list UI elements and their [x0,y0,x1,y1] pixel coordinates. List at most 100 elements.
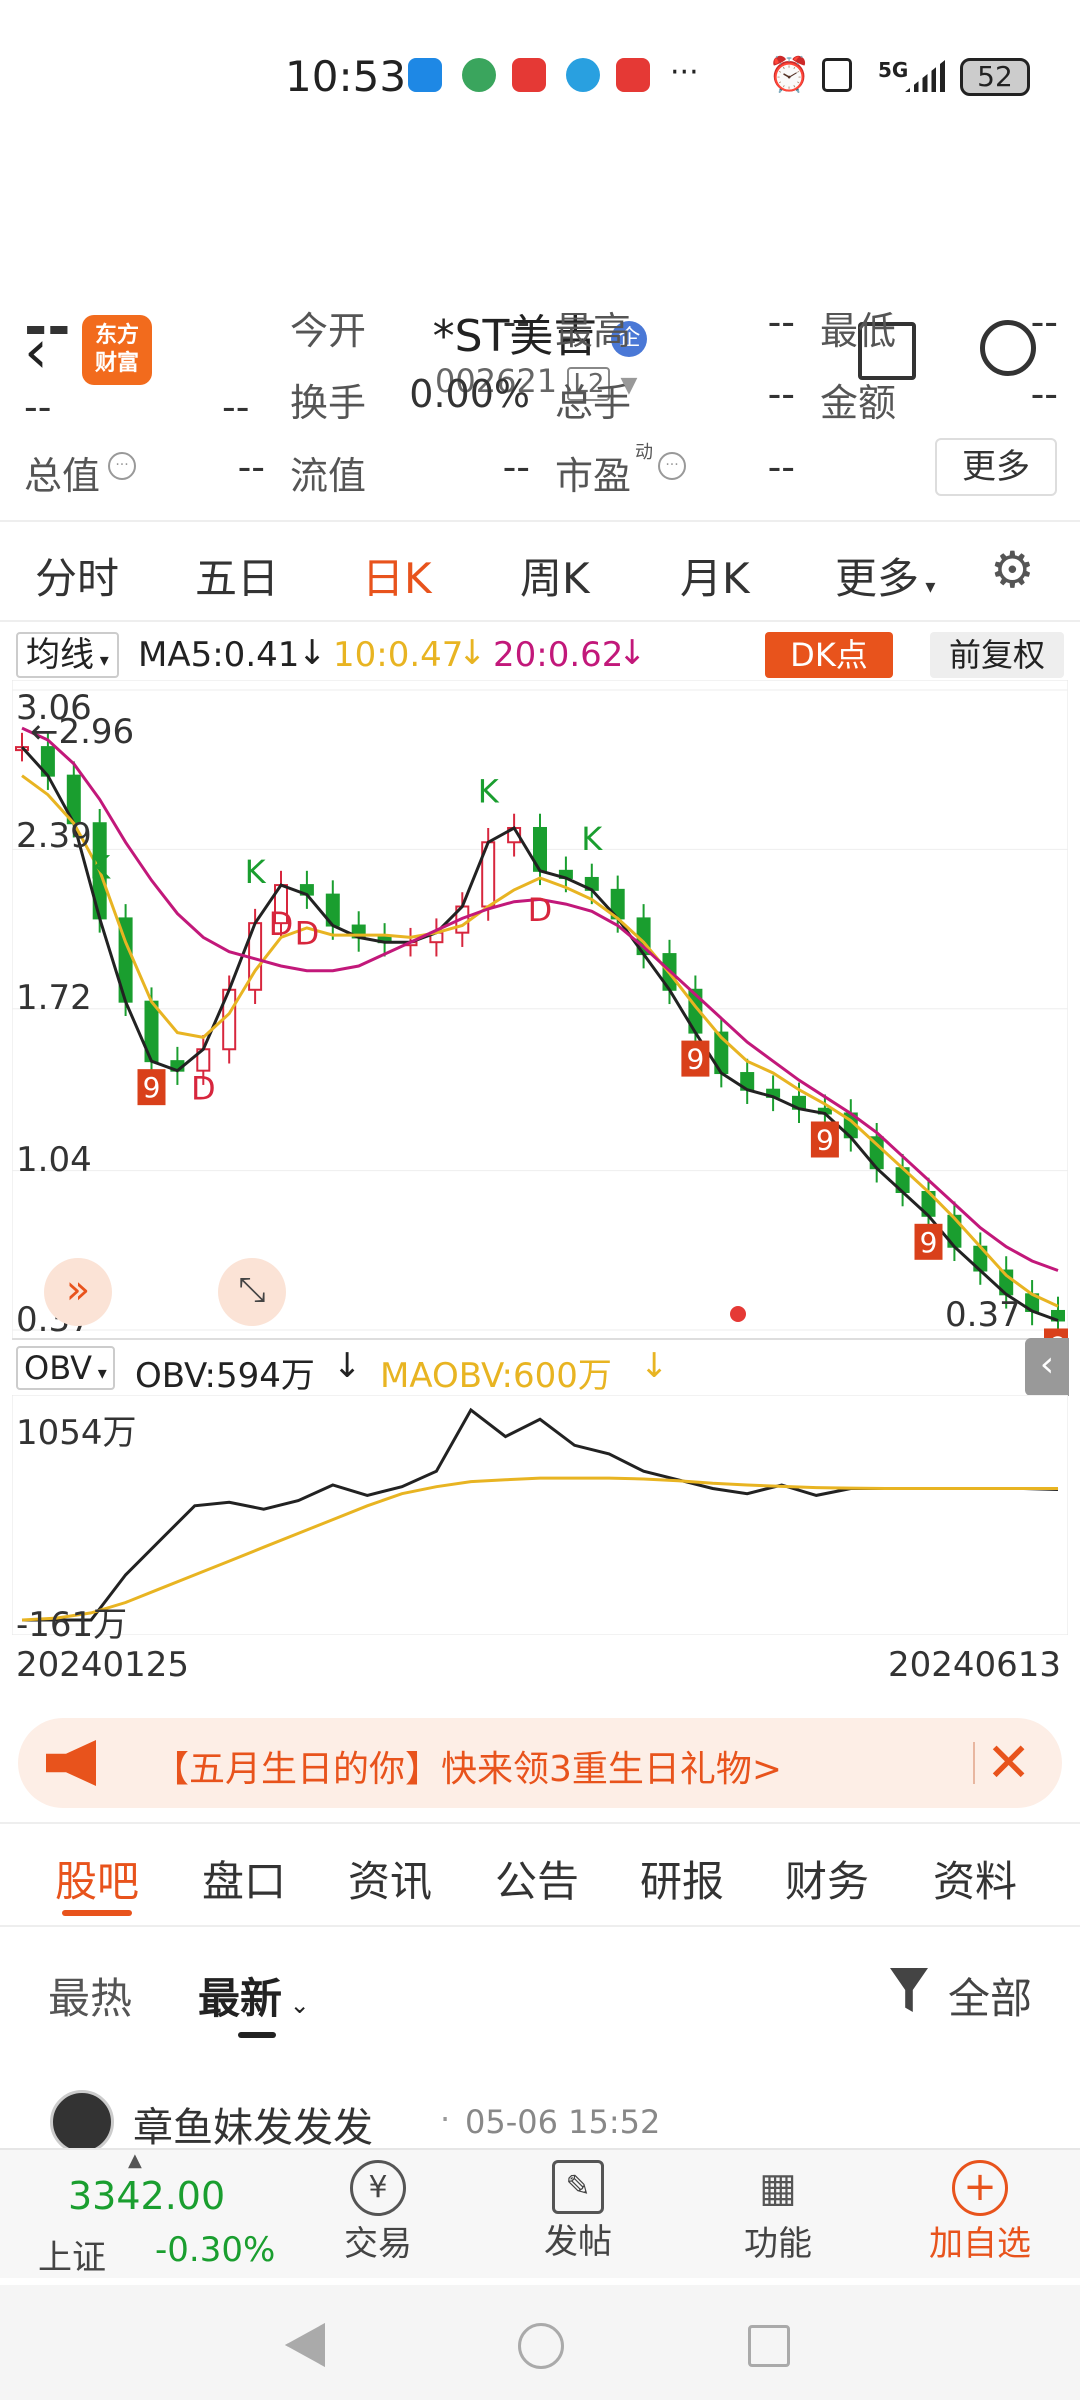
nav-home-icon[interactable] [518,2323,564,2369]
signal-icon [905,60,945,92]
turnover-label: 换手 [290,381,367,425]
adjust-button[interactable]: 前复权 [930,632,1064,678]
obv-chart[interactable] [12,1395,1068,1635]
app-notification-icon [408,58,442,92]
tab-more-label: 更多 [835,554,920,603]
chart-frame [12,680,1068,1340]
maobv-value-label: MAOBV:600万 [380,1356,612,1396]
post-author[interactable]: 章鱼妹发发发 [133,2095,373,2153]
obv-select[interactable]: OBV ▾ [16,1346,115,1390]
obv-y-bottom-label: -161万 [16,1605,128,1645]
current-price: -- [24,295,71,360]
stock-name: *ST美吉 企 [0,300,1080,364]
signal-K: K [478,772,500,810]
sort-new[interactable]: 最新 ⌄ [198,1965,310,2026]
info-icon[interactable]: ··· [108,452,136,480]
expand-sidebar-icon[interactable]: » [44,1258,112,1326]
sort-hot[interactable]: 最热 [48,1965,132,2026]
stock-header: ‹ 东方 财富 *ST美吉 企 002621 L2 ▼ [0,150,1080,401]
y-tick-label: 1.04 [16,1140,92,1180]
grid-icon: ▦ [759,2165,797,2211]
app-notification-icon [566,58,600,92]
index-change: -0.30% [155,2230,276,2270]
tab-monthly-k[interactable]: 月K [680,545,750,606]
caret-down-icon: ▾ [919,574,936,598]
signal-D: D [528,891,553,929]
filter-label[interactable]: 全部 [948,1965,1032,2026]
obv-frame [12,1395,1068,1635]
open-label: 今开 [290,309,367,353]
dk-button[interactable]: DK点 [765,632,893,678]
divider [0,620,1080,622]
tab-news[interactable]: 资讯 [348,1848,432,1909]
pe-value: -- [767,445,795,489]
nav-back-icon[interactable] [285,2323,325,2367]
ma-select[interactable]: 均线 ▾ [16,632,119,678]
float-cap-label: 流值 [290,454,367,498]
tab-forum[interactable]: 股吧 [55,1848,139,1909]
battery-icon: 52 [960,58,1030,96]
add-watchlist-label: 加自选 [929,2224,1031,2264]
high-marker-label: ←2.96 [30,712,135,752]
tab-order-book[interactable]: 盘口 [202,1848,286,1909]
tab-weekly-k[interactable]: 周K [520,545,590,606]
ma5-label: MA5:0.41 [138,635,300,675]
divider [0,520,1080,522]
status-bar: 10:53 ··· ⏰ 5G 52 [0,0,1080,150]
more-button[interactable]: 更多 [935,438,1057,496]
nine-signal-text: 9 [816,1123,834,1156]
tab-more[interactable]: 更多 ▾ [835,545,935,606]
promo-banner[interactable]: 【五月生日的你】快来领3重生日礼物> ✕ [18,1718,1062,1808]
collapse-panel-icon[interactable]: ‹ [1025,1338,1069,1396]
functions-button[interactable]: ▦ 功能 [718,2160,838,2265]
arrow-down-icon: ↓ [298,633,327,673]
index-value[interactable]: 3342.00 [68,2174,225,2218]
system-nav-bar [0,2285,1080,2400]
post-button[interactable]: ✎ 发帖 [518,2160,638,2263]
y-tick-label: 1.72 [16,978,92,1018]
battery-level: 52 [977,60,1013,93]
chevron-down-icon: ⌄ [282,1991,310,2019]
fullscreen-icon[interactable]: ⤡ [218,1258,286,1326]
arrow-down-icon: ↓ [640,1346,669,1386]
tab-daily-k[interactable]: 日K [362,545,432,606]
sort-new-label: 最新 [198,1974,283,2023]
obv-select-label: OBV [24,1349,93,1387]
tab-announcements[interactable]: 公告 [495,1848,579,1909]
tab-financials[interactable]: 财务 [785,1848,869,1909]
app-notification-icon [512,58,546,92]
amount-value: -- [1030,372,1058,416]
nav-recents-icon[interactable] [748,2325,790,2367]
close-icon[interactable]: ✕ [986,1728,1031,1798]
tab-research[interactable]: 研报 [640,1848,724,1909]
filter-icon[interactable] [890,1968,928,2012]
active-tab-underline [62,1910,132,1916]
status-time: 10:53 [285,52,407,101]
tab-profile[interactable]: 资料 [933,1848,1017,1909]
settings-gear-icon[interactable]: ⚙ [990,545,1035,595]
low-value: -- [1030,300,1058,344]
pe-superscript: 动 [635,442,653,463]
arrow-down-icon: ↓ [618,633,647,673]
post-time-separator: · [440,2100,451,2138]
nine-signal-text: 9 [143,1071,161,1104]
signal-D: D [269,905,294,943]
trade-button[interactable]: ¥ 交易 [318,2160,438,2265]
add-watchlist-button[interactable]: + 加自选 [910,2160,1050,2265]
avatar[interactable] [50,2090,114,2154]
tab-intraday[interactable]: 分时 [35,545,119,606]
ma10-label: 10:0.47 [333,635,464,675]
dk-label: DK点 [790,636,868,674]
signal-K: K [245,853,267,891]
post-label: 发帖 [544,2222,612,2262]
ma20-label: 20:0.62 [493,635,624,675]
tab-five-day[interactable]: 五日 [195,545,279,606]
market-cap-label: 总值 [24,454,101,498]
signal-K: K [581,820,603,858]
divider [973,1742,975,1784]
nine-signal-text: 9 [920,1226,938,1259]
info-icon[interactable]: ··· [658,452,686,480]
kline-chart[interactable]: KKKKDDDD99999 [12,680,1068,1340]
pe-label: 市盈 [555,454,632,498]
x-end-label: 20240613 [888,1645,1062,1685]
